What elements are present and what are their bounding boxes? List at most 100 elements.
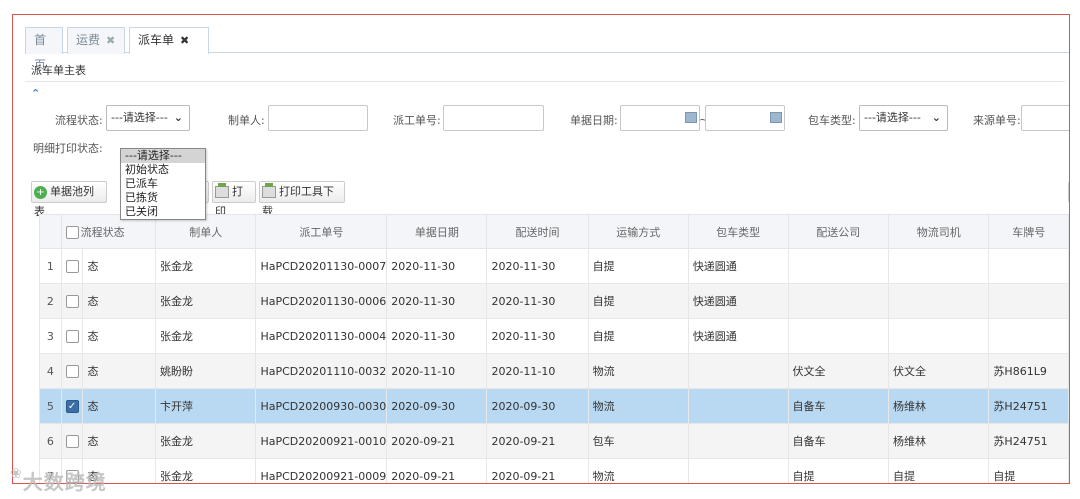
close-icon[interactable]: ✖ bbox=[180, 34, 189, 47]
dispatch-no-label: 派工单号: bbox=[393, 114, 441, 127]
calendar-icon[interactable] bbox=[685, 112, 697, 123]
cell-dispatch-no: HaPCD20201130-0006 bbox=[255, 283, 388, 319]
dropdown-option[interactable]: 已派车 bbox=[121, 177, 205, 191]
app-frame: 首页 运费 ✖ 派车单 ✖ 派车单主表 ⌃ 流程状态: ---请选择--- ⌄ 制单… bbox=[12, 14, 1070, 484]
dropdown-option[interactable]: ---请选择--- bbox=[121, 149, 205, 163]
row-checkbox[interactable] bbox=[65, 259, 79, 273]
tab-home[interactable]: 首页 bbox=[25, 27, 63, 72]
header-plate[interactable]: 车牌号 bbox=[988, 214, 1069, 249]
tab-bar: 首页 运费 ✖ 派车单 ✖ bbox=[25, 23, 1069, 72]
detail-print-label: 明细打印状态: bbox=[33, 142, 103, 155]
vehicle-type-select[interactable]: ---请选择--- ⌄ bbox=[859, 105, 948, 131]
cell-driver: 自提 bbox=[887, 458, 990, 483]
flow-status-dropdown-list[interactable]: ---请选择--- 初始状态 已派车 已拣货 已关闭 bbox=[120, 148, 206, 220]
list-button[interactable]: + 单据池列表 bbox=[31, 181, 107, 218]
scroll-handle[interactable] bbox=[1068, 181, 1069, 203]
select-all-checkbox[interactable] bbox=[65, 226, 79, 239]
cell-transport: 自提 bbox=[587, 283, 689, 319]
header-delivery-time[interactable]: 配送时间 bbox=[486, 214, 589, 249]
cell-vehicle-type bbox=[687, 423, 789, 459]
flow-status-label: 流程状态: bbox=[55, 114, 103, 127]
cell-vehicle-type bbox=[687, 458, 789, 483]
row-checkbox[interactable]: ✓ bbox=[65, 399, 79, 413]
watermark-text: 大数跨境 bbox=[22, 470, 107, 494]
row-checkbox[interactable] bbox=[65, 294, 79, 308]
cell-status: 态 bbox=[82, 248, 157, 284]
cell-status: 态 bbox=[82, 283, 157, 319]
table-row[interactable]: 6 态张金龙 HaPCD20200921-0010 2020-09-21 2020-09… bbox=[39, 423, 1069, 459]
cell-status: 态 bbox=[82, 423, 157, 459]
cell-plate: 苏H24751 bbox=[988, 388, 1069, 424]
source-no-input[interactable] bbox=[1021, 105, 1069, 131]
cell-driver bbox=[887, 248, 990, 284]
collapse-icon[interactable]: ⌃ bbox=[31, 87, 40, 100]
row-checkbox-cell bbox=[60, 423, 84, 459]
tab-dispatch-label: 派车单 bbox=[138, 33, 175, 47]
tab-freight[interactable]: 运费 ✖ bbox=[67, 27, 125, 54]
creator-input[interactable] bbox=[268, 105, 368, 131]
row-checkbox-cell: ✓ bbox=[60, 388, 84, 424]
close-icon[interactable]: ✖ bbox=[106, 34, 115, 47]
table-row[interactable]: 5 ✓ 态卞开萍 HaPCD20200930-0030 2020-09-30 2020-0… bbox=[39, 388, 1069, 424]
doc-date-label: 单据日期: bbox=[570, 114, 618, 127]
row-checkbox[interactable] bbox=[65, 329, 79, 343]
cell-doc-date: 2020-09-30 bbox=[386, 388, 488, 424]
dropdown-option[interactable]: 已关闭 bbox=[121, 205, 205, 219]
cell-driver: 伏文全 bbox=[887, 353, 990, 389]
cell-plate bbox=[988, 318, 1069, 354]
flow-status-value: ---请选择--- bbox=[111, 111, 168, 124]
cell-status: 态 bbox=[82, 353, 157, 389]
panel-title: 派车单主表 bbox=[25, 62, 1065, 82]
add-icon: + bbox=[34, 185, 47, 199]
row-checkbox[interactable] bbox=[65, 434, 79, 448]
printer-icon bbox=[215, 183, 229, 198]
cell-plate: 苏H861L9 bbox=[988, 353, 1069, 389]
cell-creator: 卞开萍 bbox=[155, 388, 257, 424]
cell-status: 态 bbox=[82, 318, 157, 354]
vehicle-type-label: 包车类型: bbox=[808, 114, 856, 127]
doc-date-start-input[interactable] bbox=[620, 105, 700, 131]
cell-transport: 自提 bbox=[587, 248, 689, 284]
table-row[interactable]: 2 态张金龙 HaPCD20201130-0006 2020-11-30 2020-11… bbox=[39, 283, 1069, 319]
doc-date-end-input[interactable] bbox=[705, 105, 785, 131]
print-button[interactable]: 打印 bbox=[212, 181, 256, 218]
cell-driver: 杨维林 bbox=[887, 388, 990, 424]
cell-company: 自提 bbox=[787, 458, 889, 483]
cell-company bbox=[787, 318, 889, 354]
tab-dispatch[interactable]: 派车单 ✖ bbox=[129, 27, 209, 54]
dropdown-option[interactable]: 已拣货 bbox=[121, 191, 205, 205]
cell-creator: 张金龙 bbox=[155, 423, 257, 459]
cell-doc-date: 2020-11-30 bbox=[386, 283, 488, 319]
dispatch-no-input[interactable] bbox=[443, 105, 544, 131]
cell-company: 自备车 bbox=[787, 423, 889, 459]
header-driver[interactable]: 物流司机 bbox=[887, 214, 990, 249]
header-transport[interactable]: 运输方式 bbox=[587, 214, 689, 249]
header-doc-date[interactable]: 单据日期 bbox=[386, 214, 488, 249]
cell-doc-date: 2020-11-30 bbox=[386, 318, 488, 354]
table-row[interactable]: 3 态张金龙 HaPCD20201130-0004 2020-11-30 2020-11… bbox=[39, 318, 1069, 354]
table-row[interactable]: 4 态姚盼盼 HaPCD20201110-0032 2020-11-10 2020-11… bbox=[39, 353, 1069, 389]
print-tool-download-button[interactable]: 打印工具下载 bbox=[259, 181, 345, 218]
dropdown-option[interactable]: 初始状态 bbox=[121, 163, 205, 177]
header-vehicle-type[interactable]: 包车类型 bbox=[687, 214, 789, 249]
cell-plate bbox=[988, 283, 1069, 319]
cell-vehicle-type bbox=[687, 388, 789, 424]
cell-status: 态 bbox=[82, 388, 157, 424]
cell-dispatch-no: HaPCD20201130-0007 bbox=[255, 248, 388, 284]
cell-delivery-time: 2020-11-30 bbox=[486, 283, 589, 319]
row-number: 3 bbox=[39, 318, 62, 354]
cell-delivery-time: 2020-11-30 bbox=[486, 318, 589, 354]
table-row[interactable]: 1 态张金龙 HaPCD20201130-0007 2020-11-30 2020-11… bbox=[39, 248, 1069, 284]
header-company[interactable]: 配送公司 bbox=[787, 214, 889, 249]
header-num bbox=[39, 214, 62, 249]
creator-label: 制单人: bbox=[228, 114, 265, 127]
cell-delivery-time: 2020-09-21 bbox=[486, 423, 589, 459]
cell-transport: 物流 bbox=[587, 353, 689, 389]
header-dispatch-no[interactable]: 派工单号 bbox=[255, 214, 388, 249]
calendar-icon[interactable] bbox=[770, 112, 782, 123]
row-checkbox[interactable] bbox=[65, 364, 79, 378]
cell-transport: 包车 bbox=[587, 423, 689, 459]
table-row[interactable]: 7 态张金龙 HaPCD20200921-0009 2020-09-21 2020-09… bbox=[39, 458, 1069, 483]
tab-freight-label: 运费 bbox=[76, 33, 101, 47]
flow-status-select[interactable]: ---请选择--- ⌄ bbox=[106, 105, 190, 131]
